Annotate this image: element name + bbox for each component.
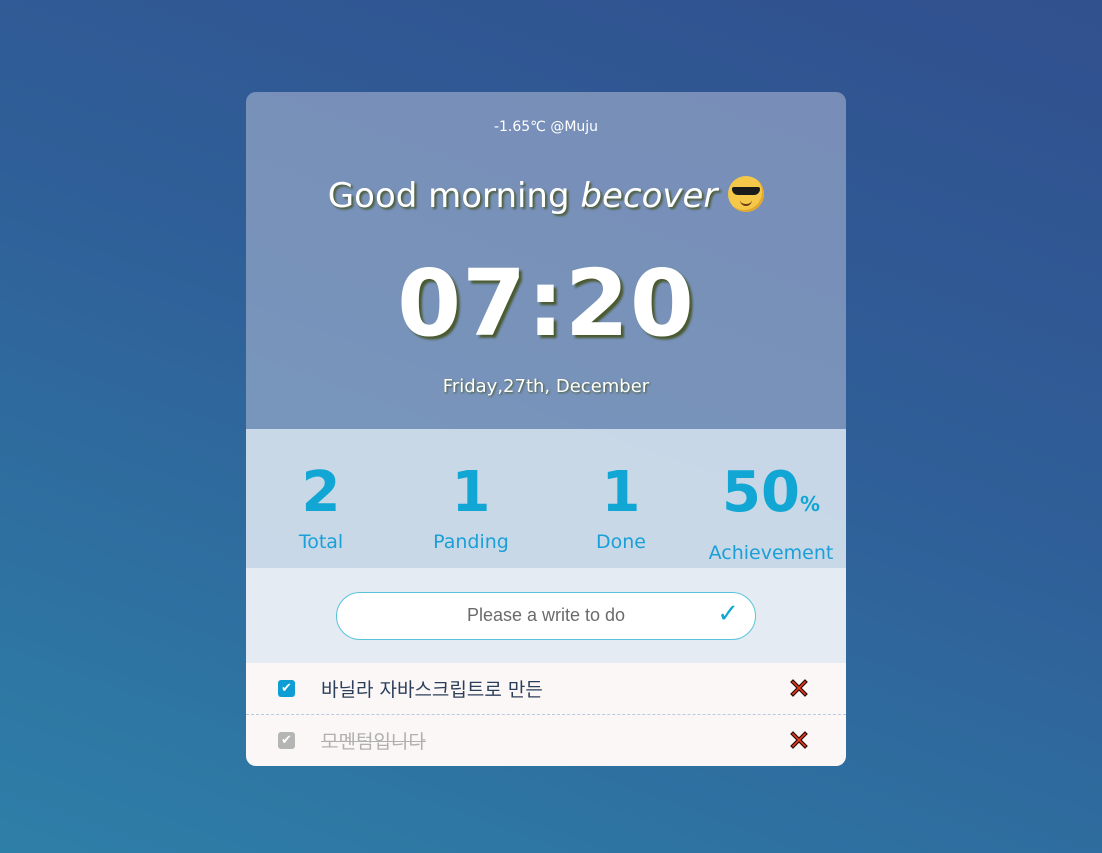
stat-total: 2 Total — [246, 429, 396, 568]
user-name: becover — [580, 176, 718, 216]
delete-x-icon[interactable] — [788, 677, 810, 699]
stat-achievement-value: 50% — [696, 465, 846, 532]
stat-done-value: 1 — [601, 460, 641, 525]
stat-pending: 1 Panding — [396, 429, 546, 568]
submit-check-icon[interactable]: ✓ — [717, 599, 739, 629]
todo-text: 바닐라 자바스크립트로 만든 — [321, 679, 543, 701]
todo-list: ✔ 바닐라 자바스크립트로 만든 ✔ 모멘텀입니다 — [246, 663, 846, 766]
momentum-card: -1.65℃ @Muju Good morning becover 07:20 … — [246, 92, 846, 766]
hero-panel: -1.65℃ @Muju Good morning becover 07:20 … — [246, 92, 846, 429]
todo-text: 모멘텀입니다 — [321, 731, 426, 753]
achievement-number: 50 — [722, 460, 800, 525]
achievement-unit: % — [799, 492, 820, 516]
weather-text: -1.65℃ @Muju — [493, 119, 599, 135]
list-item: ✔ 모멘텀입니다 — [246, 714, 846, 766]
stat-pending-label: Panding — [433, 531, 509, 553]
list-item: ✔ 바닐라 자바스크립트로 만든 — [246, 663, 846, 714]
stat-total-label: Total — [298, 531, 344, 553]
delete-x-icon[interactable] — [788, 729, 810, 751]
greeting: Good morning becover — [246, 175, 846, 216]
stat-pending-value: 1 — [451, 460, 491, 525]
stat-achievement: 50% Achievement — [696, 429, 846, 568]
greeting-prefix: Good morning — [327, 176, 581, 216]
stat-achievement-label: Achievement — [708, 542, 834, 564]
todo-checkbox[interactable]: ✔ — [278, 680, 295, 697]
todo-entry: ✓ — [246, 568, 846, 663]
stats-bar: 2 Total 1 Panding 1 Done 50% Achievement — [246, 429, 846, 568]
todo-input-wrapper: ✓ — [336, 591, 756, 640]
todo-input[interactable] — [337, 604, 755, 627]
stat-total-value: 2 — [301, 460, 341, 525]
stat-done-label: Done — [596, 531, 646, 553]
sunglasses-emoji-icon — [728, 175, 765, 212]
clock: 07:20 — [397, 250, 695, 357]
todo-checkbox[interactable]: ✔ — [278, 732, 295, 749]
stat-done: 1 Done — [546, 429, 696, 568]
date-text: Friday,27th, December — [442, 376, 650, 397]
